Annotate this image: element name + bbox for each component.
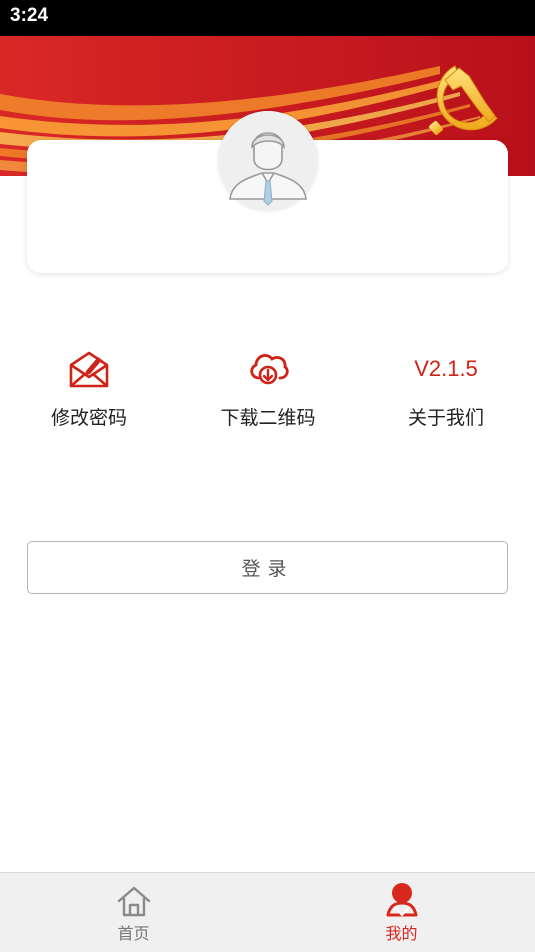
cloud-download-icon <box>250 354 289 385</box>
user-icon <box>386 883 417 917</box>
about-us-button[interactable]: V2.1.5 关于我们 <box>366 340 526 440</box>
version-text: V2.1.5 <box>414 356 478 381</box>
change-password-label: 修改密码 <box>50 407 127 429</box>
download-qrcode-button[interactable]: 下载二维码 <box>188 340 348 440</box>
tab-home-label: 首页 <box>117 924 150 943</box>
status-time: 3:24 <box>10 5 49 26</box>
home-icon <box>117 886 150 917</box>
about-us-label: 关于我们 <box>407 407 484 429</box>
tab-mine[interactable]: 我的 <box>268 873 535 952</box>
tab-mine-label: 我的 <box>385 924 418 943</box>
status-bar: 3:24 <box>0 0 535 36</box>
login-button[interactable]: 登录 <box>27 541 508 594</box>
user-avatar-icon[interactable] <box>218 111 318 211</box>
bottom-tab-bar: 首页 我的 <box>0 872 535 952</box>
envelope-edit-icon <box>69 351 109 388</box>
tab-home[interactable]: 首页 <box>0 873 267 952</box>
download-qrcode-label: 下载二维码 <box>220 407 316 429</box>
change-password-button[interactable]: 修改密码 <box>9 340 169 440</box>
